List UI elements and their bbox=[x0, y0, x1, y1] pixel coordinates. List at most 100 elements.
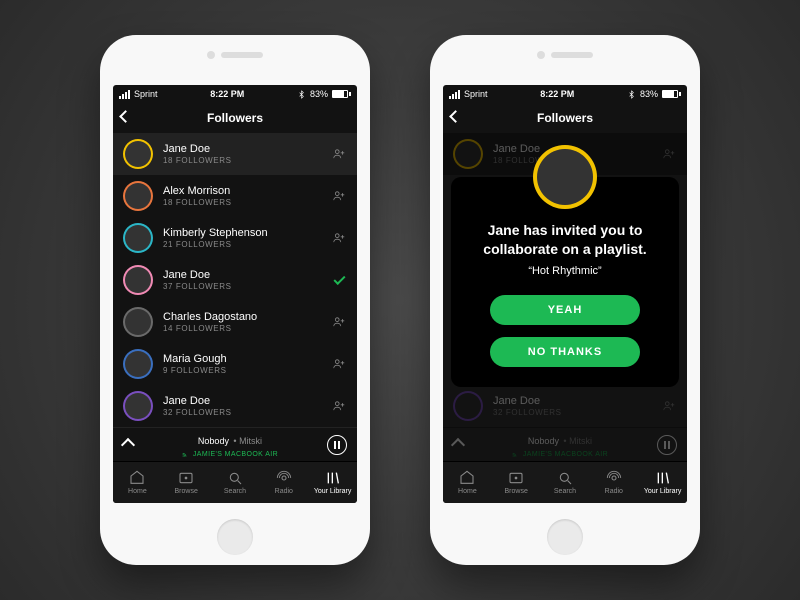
nav-bar: Followers bbox=[443, 103, 687, 133]
carrier-label: Sprint bbox=[464, 89, 488, 99]
follower-name: Maria Gough bbox=[163, 353, 321, 366]
follower-sub: 37 FOLLOWERS bbox=[163, 282, 321, 291]
tab-home[interactable]: Home bbox=[113, 462, 162, 503]
battery-pct: 83% bbox=[310, 89, 328, 99]
follower-sub: 18 FOLLOWERS bbox=[163, 198, 321, 207]
tab-label: Your Library bbox=[644, 488, 682, 495]
home-icon bbox=[129, 470, 145, 486]
bluetooth-icon bbox=[297, 90, 306, 99]
add-person-button[interactable] bbox=[661, 398, 677, 414]
add-person-icon bbox=[332, 315, 346, 329]
status-bar: Sprint 8:22 PM 83% bbox=[113, 85, 357, 103]
follower-row[interactable]: Alex Morrison 18 FOLLOWERS bbox=[113, 175, 357, 217]
invite-modal: Jane has invited you tocollaborate on a … bbox=[451, 177, 679, 387]
modal-playlist: “Hot Rhythmic” bbox=[469, 265, 661, 277]
now-playing-bar[interactable]: Nobody • Mitski JAMIE'S MACBOOK AIR bbox=[113, 427, 357, 461]
tab-library[interactable]: Your Library bbox=[638, 462, 687, 503]
np-track: Nobody bbox=[198, 436, 229, 446]
browse-icon bbox=[178, 470, 194, 486]
library-icon bbox=[655, 470, 671, 486]
tab-bar: Home Browse Search Radio Your Library bbox=[113, 461, 357, 503]
follower-row[interactable]: Charles Dagostano 14 FOLLOWERS bbox=[113, 301, 357, 343]
add-person-icon bbox=[332, 357, 346, 371]
add-person-icon bbox=[332, 231, 346, 245]
follower-sub: 32 FOLLOWERS bbox=[163, 408, 321, 417]
follower-row[interactable]: Maria Gough 9 FOLLOWERS bbox=[113, 343, 357, 385]
search-icon bbox=[227, 470, 243, 486]
back-button[interactable] bbox=[451, 112, 463, 124]
tab-label: Radio bbox=[275, 488, 293, 495]
tab-label: Search bbox=[554, 488, 576, 495]
follower-sub: 14 FOLLOWERS bbox=[163, 324, 321, 333]
avatar bbox=[123, 307, 153, 337]
add-person-button[interactable] bbox=[331, 314, 347, 330]
np-device: JAMIE'S MACBOOK AIR bbox=[523, 451, 608, 458]
tab-library[interactable]: Your Library bbox=[308, 462, 357, 503]
follower-row[interactable]: Jane Doe 18 FOLLOWERS bbox=[113, 133, 357, 175]
tab-label: Your Library bbox=[314, 488, 352, 495]
avatar bbox=[123, 265, 153, 295]
follower-row[interactable]: Kimberly Stephenson 21 FOLLOWERS bbox=[113, 217, 357, 259]
tab-bar: Home Browse Search Radio Your Library bbox=[443, 461, 687, 503]
tab-label: Browse bbox=[505, 488, 528, 495]
follower-name: Kimberly Stephenson bbox=[163, 227, 321, 240]
follower-row[interactable]: Jane Doe 37 FOLLOWERS bbox=[113, 259, 357, 301]
followers-list: Jane Doe 18 FOLLOWERS Alex Morrison 18 F… bbox=[113, 133, 357, 427]
phone-right: Sprint 8:22 PM 83% Followers Jane Doe 18… bbox=[430, 35, 700, 565]
chevron-left-icon bbox=[449, 110, 462, 123]
add-person-button[interactable] bbox=[661, 146, 677, 162]
tab-browse[interactable]: Browse bbox=[162, 462, 211, 503]
status-time: 8:22 PM bbox=[210, 89, 244, 99]
follower-name: Charles Dagostano bbox=[163, 311, 321, 324]
add-person-button[interactable] bbox=[331, 146, 347, 162]
avatar bbox=[453, 391, 483, 421]
np-track: Nobody bbox=[528, 436, 559, 446]
cast-icon bbox=[182, 450, 190, 458]
avatar bbox=[123, 349, 153, 379]
follower-name: Jane Doe bbox=[163, 395, 321, 408]
tab-home[interactable]: Home bbox=[443, 462, 492, 503]
added-check bbox=[331, 272, 347, 288]
avatar bbox=[453, 139, 483, 169]
back-button[interactable] bbox=[121, 112, 133, 124]
follower-row[interactable]: Jane Doe 32 FOLLOWERS bbox=[113, 385, 357, 427]
phone-left: Sprint 8:22 PM 83% Followers Jane Doe 18… bbox=[100, 35, 370, 565]
battery-pct: 83% bbox=[640, 89, 658, 99]
accept-button[interactable]: YEAH bbox=[490, 295, 640, 325]
battery-icon bbox=[662, 90, 681, 98]
follower-name: Jane Doe bbox=[163, 143, 321, 156]
now-playing-bar[interactable]: Nobody • Mitski JAMIE'S MACBOOK AIR bbox=[443, 427, 687, 461]
tab-browse[interactable]: Browse bbox=[492, 462, 541, 503]
tab-radio[interactable]: Radio bbox=[589, 462, 638, 503]
add-person-icon bbox=[662, 399, 676, 413]
tab-label: Radio bbox=[605, 488, 623, 495]
add-person-button[interactable] bbox=[331, 230, 347, 246]
follower-name: Alex Morrison bbox=[163, 185, 321, 198]
browse-icon bbox=[508, 470, 524, 486]
tab-search[interactable]: Search bbox=[541, 462, 590, 503]
decline-button[interactable]: NO THANKS bbox=[490, 337, 640, 367]
nav-title: Followers bbox=[207, 111, 263, 125]
follower-row[interactable]: Jane Doe 32 FOLLOWERS bbox=[443, 385, 687, 427]
tab-search[interactable]: Search bbox=[211, 462, 260, 503]
follower-sub: 32 FOLLOWERS bbox=[493, 408, 651, 417]
add-person-button[interactable] bbox=[331, 188, 347, 204]
follower-name: Jane Doe bbox=[493, 395, 651, 408]
avatar bbox=[123, 139, 153, 169]
np-artist: Mitski bbox=[569, 436, 592, 446]
pause-button[interactable] bbox=[657, 435, 677, 455]
follower-sub: 9 FOLLOWERS bbox=[163, 366, 321, 375]
tab-radio[interactable]: Radio bbox=[259, 462, 308, 503]
follower-name: Jane Doe bbox=[163, 269, 321, 282]
follower-sub: 18 FOLLOWERS bbox=[163, 156, 321, 165]
add-person-button[interactable] bbox=[331, 356, 347, 372]
np-device: JAMIE'S MACBOOK AIR bbox=[193, 451, 278, 458]
add-person-button[interactable] bbox=[331, 398, 347, 414]
pause-button[interactable] bbox=[327, 435, 347, 455]
cast-icon bbox=[512, 450, 520, 458]
signal-icon bbox=[119, 90, 130, 99]
nav-title: Followers bbox=[537, 111, 593, 125]
add-person-icon bbox=[332, 189, 346, 203]
follower-sub: 21 FOLLOWERS bbox=[163, 240, 321, 249]
chevron-left-icon bbox=[119, 110, 132, 123]
